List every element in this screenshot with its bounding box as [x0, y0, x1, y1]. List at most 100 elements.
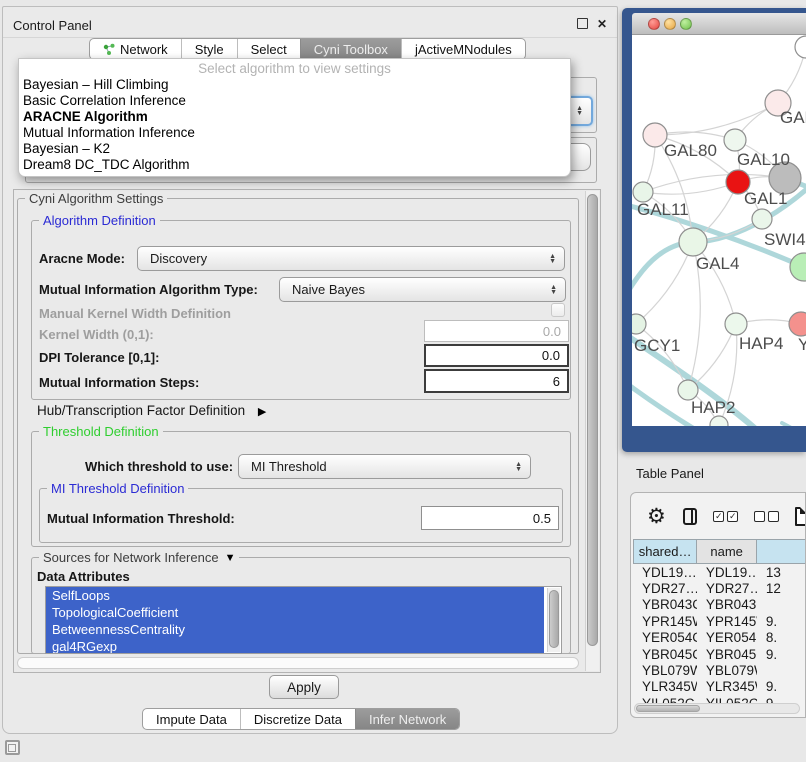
algorithm-popup: Select algorithm to view settings Bayesi… — [18, 58, 571, 177]
network-node[interactable] — [795, 36, 806, 58]
table-cell: 9. — [757, 646, 806, 662]
apply-button[interactable]: Apply — [269, 675, 339, 699]
tab-infer-network-label: Infer Network — [369, 712, 446, 727]
network-window-titlebar[interactable] — [632, 13, 806, 35]
table-cell: YDL19… — [633, 564, 697, 580]
algorithm-option-aracne-algorithm[interactable]: ARACNE Algorithm — [19, 109, 570, 125]
tab-impute-data[interactable]: Impute Data — [143, 709, 240, 729]
tab-select[interactable]: Select — [237, 39, 300, 59]
scrollbar-thumb[interactable] — [549, 590, 559, 648]
table-row[interactable]: YBR045CYBR045C9. — [633, 646, 806, 662]
network-node-hap4[interactable] — [725, 313, 747, 335]
algorithm-option-bayesian-hill-climbing[interactable]: Bayesian – Hill Climbing — [19, 77, 570, 93]
table-panel-title: Table Panel — [636, 466, 704, 481]
network-edge-thick[interactable] — [782, 423, 806, 426]
network-node-gcy1[interactable] — [632, 314, 646, 334]
minimize-traffic-light-icon[interactable] — [664, 18, 676, 30]
mi-type-combo[interactable]: Naive Bayes ▲▼ — [279, 277, 566, 302]
control-panel-tabs: Network Style SelectCyni ToolboxjActiveMNo… — [89, 38, 526, 60]
deselect-all-columns-icon[interactable] — [754, 511, 779, 522]
network-edge[interactable] — [636, 242, 693, 324]
scrollbar-thumb[interactable] — [587, 194, 598, 646]
settings-horizontal-scrollbar[interactable] — [17, 657, 579, 669]
float-window-icon[interactable] — [577, 18, 588, 29]
node-label-gal1: GAL1 — [744, 189, 787, 208]
kernel-width-field[interactable]: 0.0 — [424, 320, 569, 342]
table-row[interactable]: YER054CYER054C8. — [633, 630, 806, 646]
aracne-mode-combo[interactable]: Discovery ▲▼ — [137, 246, 565, 271]
tab-infer-network[interactable]: Infer Network — [355, 709, 459, 729]
tab-cyni-toolbox[interactable]: Cyni Toolbox — [300, 39, 401, 59]
data-attributes-label: Data Attributes — [37, 569, 130, 584]
attributes-scrollbar[interactable] — [547, 588, 560, 652]
mi-type-label: Mutual Information Algorithm Type: — [39, 282, 258, 297]
zoom-traffic-light-icon[interactable] — [680, 18, 692, 30]
mi-threshold-field[interactable]: 0.5 — [421, 506, 559, 530]
node-label-hap2: HAP2 — [691, 398, 735, 417]
aracne-mode-label: Aracne Mode: — [39, 251, 125, 266]
select-all-columns-icon[interactable]: ✓✓ — [713, 511, 738, 522]
table-row[interactable]: YLR345WYLR345W9. — [633, 679, 806, 695]
node-label-swi4: SWI4 — [764, 230, 806, 249]
network-node-hap2[interactable] — [678, 380, 698, 400]
tab-style[interactable]: Style — [181, 39, 237, 59]
network-canvas[interactable]: GALGAL80GAL10GAL1GAL11SWI4GAL4GCY1HAP4YH… — [632, 35, 806, 426]
split-table-icon[interactable] — [683, 508, 697, 525]
kernel-width-label: Kernel Width (0,1): — [39, 327, 154, 342]
gear-icon[interactable]: ⚙ — [647, 504, 666, 529]
network-node-y[interactable] — [789, 312, 806, 336]
table-cell: YPR145W — [633, 613, 697, 629]
table-row[interactable]: YBR043CYBR043C — [633, 597, 806, 613]
table-horizontal-scrollbar[interactable] — [634, 703, 800, 714]
mi-steps-field[interactable]: 6 — [424, 369, 569, 393]
network-edge[interactable] — [643, 182, 738, 194]
table-row[interactable]: YDL19…YDL19…13 — [633, 564, 806, 580]
table-row[interactable]: YBL079WYBL079W — [633, 662, 806, 678]
network-node-gal4[interactable] — [679, 228, 707, 256]
dpi-tolerance-field[interactable]: 0.0 — [424, 344, 569, 367]
close-icon[interactable]: ✕ — [597, 18, 609, 30]
manual-kernel-checkbox[interactable] — [551, 303, 565, 317]
tab-jactivemnodules[interactable]: jActiveMNodules — [401, 39, 525, 59]
tab-network[interactable]: Network — [90, 39, 181, 59]
tab-style-label: Style — [195, 42, 224, 57]
column-header-item[interactable] — [757, 539, 806, 564]
network-node[interactable] — [710, 416, 728, 426]
attribute-item-gal4rgexp[interactable]: gal4RGexp — [46, 638, 544, 654]
network-edge[interactable] — [655, 103, 778, 135]
network-node-swi4[interactable] — [752, 209, 772, 229]
attribute-item-selfloops[interactable]: SelfLoops — [46, 587, 544, 604]
docked-panel-icon[interactable] — [5, 740, 20, 755]
tab-discretize-data-label: Discretize Data — [254, 712, 342, 727]
close-traffic-light-icon[interactable] — [648, 18, 660, 30]
which-threshold-value: MI Threshold — [251, 459, 327, 474]
tab-discretize-data[interactable]: Discretize Data — [240, 709, 355, 729]
algorithm-option-mutual-information-inference[interactable]: Mutual Information Inference — [19, 125, 570, 141]
network-view-window[interactable]: GALGAL80GAL10GAL1GAL11SWI4GAL4GCY1HAP4YH… — [622, 8, 806, 452]
node-label-gal4: GAL4 — [696, 254, 739, 273]
algorithm-option-bayesian-k2[interactable]: Bayesian – K2 — [19, 141, 570, 157]
network-node[interactable] — [790, 253, 806, 281]
network-icon — [103, 43, 115, 55]
algorithm-definition-title: Algorithm Definition — [39, 213, 160, 228]
attribute-item-topologicalcoefficient[interactable]: TopologicalCoefficient — [46, 604, 544, 621]
sources-title-row[interactable]: Sources for Network Inference ▼ — [39, 550, 239, 565]
dpi-tolerance-label: DPI Tolerance [0,1]: — [39, 350, 159, 365]
column-header-shared[interactable]: shared… — [633, 539, 697, 564]
algorithm-option-dream8-dc-tdc-algorithm[interactable]: Dream8 DC_TDC Algorithm — [19, 157, 570, 173]
scrollbar-thumb[interactable] — [636, 705, 700, 712]
settings-vertical-scrollbar[interactable] — [585, 191, 599, 671]
export-table-icon[interactable] — [795, 507, 806, 526]
data-attributes-list[interactable]: SelfLoopsTopologicalCoefficientBetweenne… — [45, 586, 562, 654]
network-node-gal10[interactable] — [724, 129, 746, 151]
column-header-name[interactable]: name — [697, 539, 757, 564]
network-node-gal11[interactable] — [633, 182, 653, 202]
table-row[interactable]: YPR145WYPR145W9. — [633, 613, 806, 629]
algorithm-option-basic-correlation-inference[interactable]: Basic Correlation Inference — [19, 93, 570, 109]
table-row[interactable]: YDR27…YDR27…12 — [633, 580, 806, 596]
table-cell: YLR345W — [633, 679, 697, 695]
table-cell — [757, 662, 806, 678]
which-threshold-combo[interactable]: MI Threshold ▲▼ — [238, 454, 531, 479]
attribute-item-betweennesscentrality[interactable]: BetweennessCentrality — [46, 621, 544, 638]
hub-expander[interactable]: Hub/Transcription Factor Definition ▶ — [37, 403, 266, 418]
